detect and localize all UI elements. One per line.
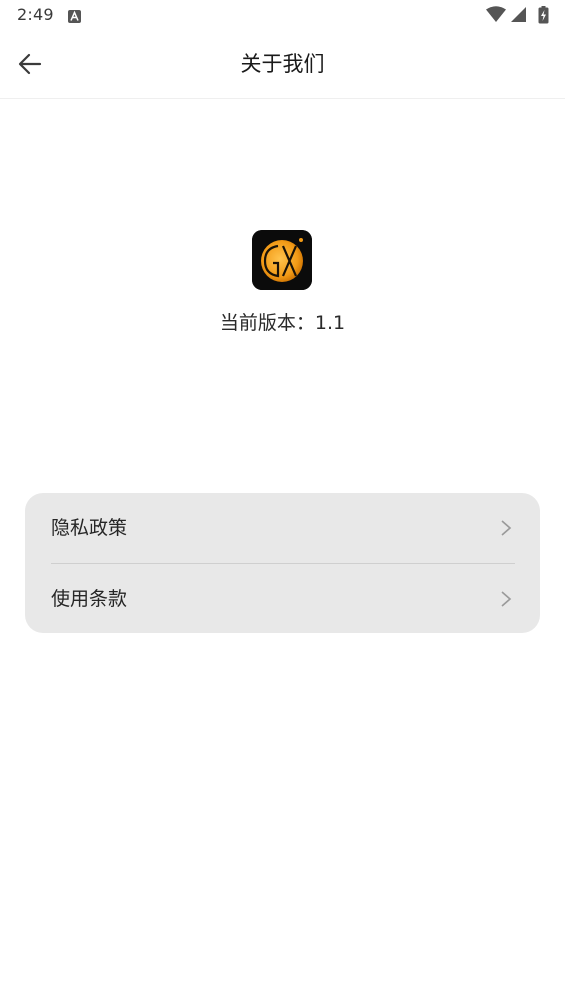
version-label: 当前版本： — [219, 312, 315, 334]
menu-item-terms-of-use[interactable]: 使用条款 — [25, 564, 540, 633]
app-a-icon — [68, 8, 81, 23]
app-bar: 关于我们 — [0, 30, 565, 99]
app-logo — [252, 230, 312, 290]
battery-charging-icon — [538, 6, 549, 24]
version-value: 1.1 — [314, 312, 346, 334]
menu-item-label: 使用条款 — [51, 588, 128, 610]
chevron-right-icon — [501, 591, 512, 607]
menu-item-label: 隐私政策 — [51, 517, 128, 539]
gx-app-logo-icon — [252, 230, 312, 290]
arrow-left-icon — [18, 53, 42, 75]
menu-item-privacy-policy[interactable]: 隐私政策 — [25, 493, 540, 563]
version-info: 当前版本：1.1 — [0, 308, 565, 338]
status-bar: 2:49 — [0, 0, 565, 30]
cell-signal-icon — [511, 7, 526, 22]
status-time: 2:49 — [17, 5, 54, 24]
chevron-right-icon — [501, 520, 512, 536]
wifi-icon — [486, 6, 506, 22]
back-button[interactable] — [10, 44, 50, 84]
page-title: 关于我们 — [240, 52, 325, 76]
menu-card: 隐私政策 使用条款 — [25, 493, 540, 633]
